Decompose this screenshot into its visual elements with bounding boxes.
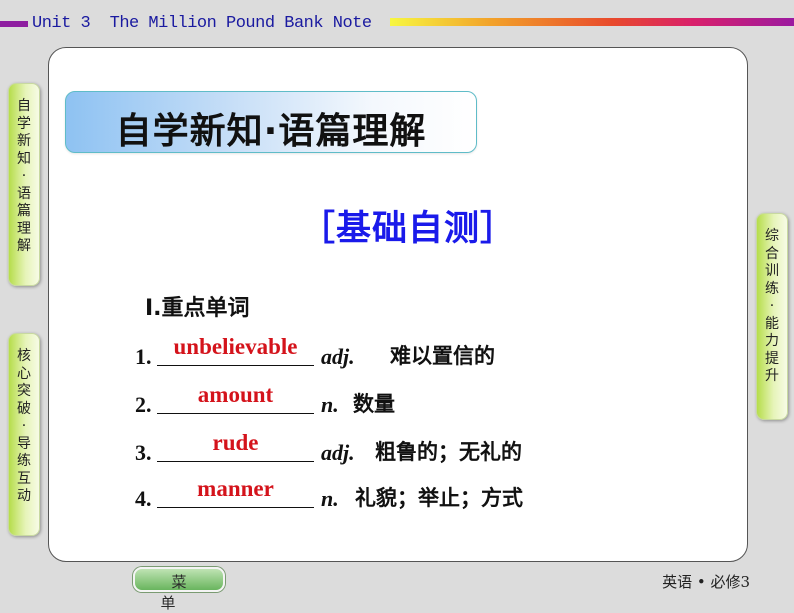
vocab-heading: Ⅰ.重点单词: [145, 296, 250, 321]
vocab-meaning: 难以置信的: [390, 344, 495, 368]
section-title: 自学新知·语篇理解: [115, 111, 427, 152]
menu-button-label: 菜单: [160, 573, 209, 612]
vocab-number: 2.: [135, 392, 152, 417]
vocab-answer: manner: [197, 476, 274, 501]
side-tab-label: 综合训练·能力提升: [765, 228, 779, 384]
vocab-meaning: 粗鲁的；无礼的: [375, 440, 522, 464]
vocab-item: 4. manner n. 礼貌；举止；方式: [135, 476, 655, 516]
vocab-item: 2. amount n. 数量: [135, 382, 655, 422]
header-accent-bar: [0, 21, 28, 27]
side-tab-comprehensive-training[interactable]: 综合训练·能力提升: [756, 213, 788, 420]
part-of-speech: n.: [321, 392, 339, 417]
menu-button[interactable]: 菜单: [133, 567, 225, 612]
vocab-number: 1.: [135, 344, 152, 369]
unit-title: Unit 3 The Million Pound Bank Note: [32, 14, 372, 33]
header-gradient-bar: [390, 18, 794, 26]
vocab-item: 3. rude adj. 粗鲁的；无礼的: [135, 430, 655, 470]
vocab-answer: amount: [197, 382, 274, 407]
side-tab-core-breakthrough[interactable]: 核心突破·导练互动: [8, 333, 40, 536]
side-tab-label: 核心突破·导练互动: [17, 348, 31, 504]
part-of-speech: adj.: [321, 344, 355, 369]
vocab-number: 3.: [135, 440, 152, 465]
subsection-title: ［基础自测］: [300, 209, 517, 249]
vocab-answer: rude: [212, 430, 259, 455]
book-label: 英语 • 必修3: [662, 573, 750, 591]
vocab-meaning: 数量: [353, 392, 395, 416]
part-of-speech: n.: [321, 486, 339, 511]
vocab-number: 4.: [135, 486, 152, 511]
side-tab-self-study[interactable]: 自学新知·语篇理解: [8, 83, 40, 286]
section-title-box: 自学新知·语篇理解: [65, 91, 477, 153]
vocab-answer: unbelievable: [173, 334, 298, 359]
part-of-speech: adj.: [321, 440, 355, 465]
side-tab-label: 自学新知·语篇理解: [17, 98, 31, 254]
vocab-meaning: 礼貌；举止；方式: [355, 486, 523, 510]
vocab-item: 1. unbelievable adj. 难以置信的: [135, 334, 655, 374]
